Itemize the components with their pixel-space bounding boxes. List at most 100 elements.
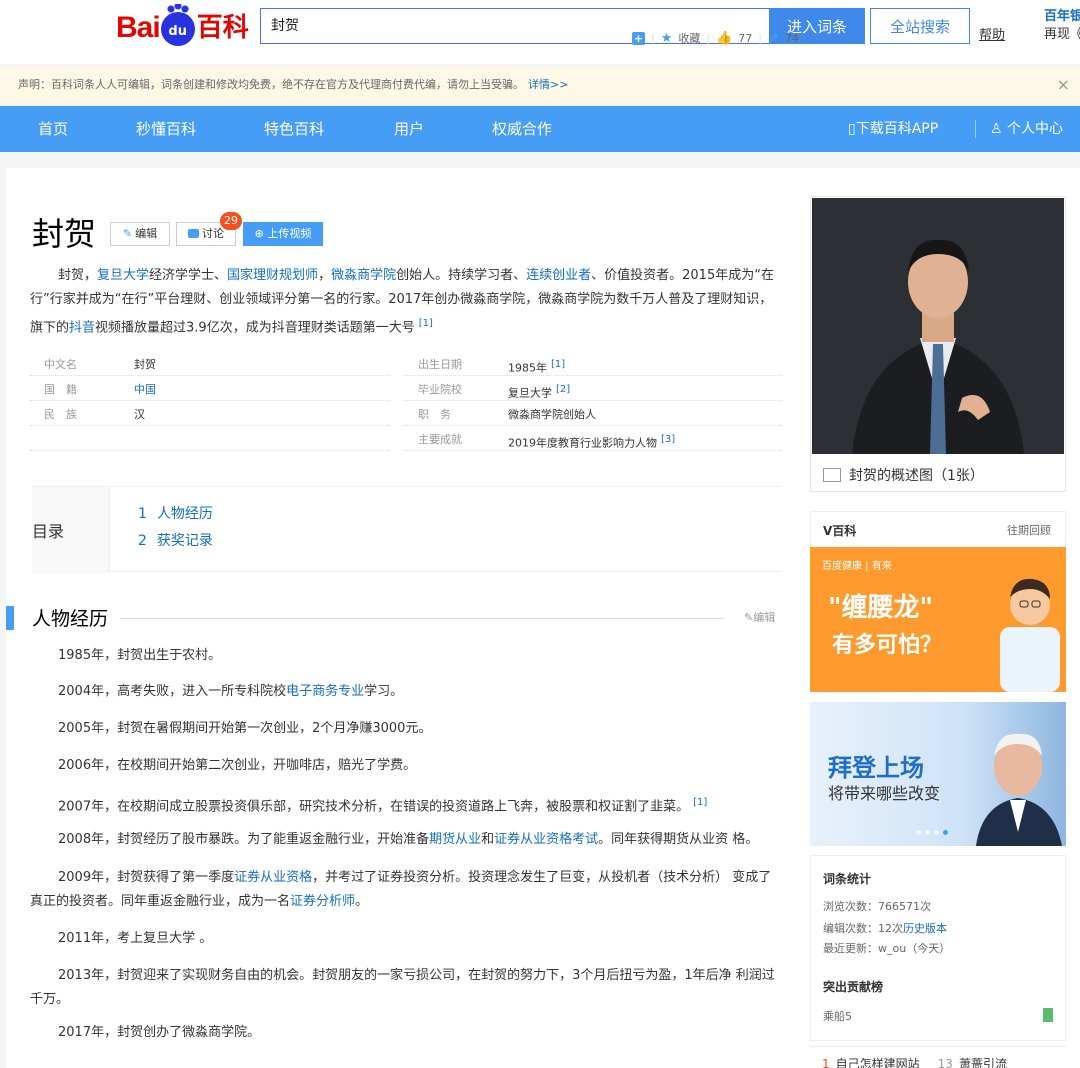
edit-button[interactable]: ✎ 编辑 bbox=[110, 222, 170, 246]
banner-headline: 拜登上场 bbox=[828, 754, 924, 782]
link-futures[interactable]: 期货从业 bbox=[429, 832, 481, 847]
paragraph: 2011年，考上复旦大学 。 bbox=[58, 931, 213, 946]
contributors-title: 突出贡献榜 bbox=[823, 980, 884, 994]
info-value-link[interactable]: 中国 bbox=[134, 377, 156, 403]
edit-count: 编辑次数：12次历史版本 bbox=[823, 922, 947, 935]
reference-link[interactable]: [3] bbox=[661, 434, 675, 445]
entry-tools: + | ★ 收藏 | 👍 77 | ↗ 74 bbox=[632, 30, 799, 46]
carousel-dot[interactable] bbox=[916, 830, 921, 835]
reference-link[interactable]: [2] bbox=[556, 384, 570, 395]
last-update: 最近更新：w_ou（今天） bbox=[823, 942, 951, 955]
link-securities-exam[interactable]: 证券从业资格考试 bbox=[494, 832, 598, 847]
carousel-dot[interactable] bbox=[925, 830, 930, 835]
banner-subline: 有多可怕？ bbox=[832, 633, 943, 658]
section-title: 人物经历 bbox=[32, 604, 121, 634]
info-row: 中文名 封贺 bbox=[30, 352, 390, 376]
favorite-button[interactable]: 收藏 bbox=[678, 30, 700, 46]
paragraph: 2013年，封贺迎来了实现财务自由的机会。封贺朋友的一家亏损公司，在封贺的努力下… bbox=[30, 968, 775, 1007]
link-securities-qualification[interactable]: 证券从业资格 bbox=[234, 870, 312, 885]
user-icon: ♙ bbox=[990, 121, 1008, 137]
info-row: 职 务 微淼商学院创始人 bbox=[404, 402, 782, 426]
share-icon[interactable]: ↗ bbox=[768, 31, 779, 46]
nav-item-user[interactable]: 用户 bbox=[394, 106, 424, 152]
nav-item-partner[interactable]: 权威合作 bbox=[492, 106, 552, 152]
vbaike-banner-health[interactable]: 百度健康 | 有来 "缠腰龙" 有多可怕？ bbox=[810, 547, 1066, 692]
vbaike-banner-news[interactable]: 拜登上场 将带来哪些改变 bbox=[810, 702, 1066, 846]
link-douyin[interactable]: 抖音 bbox=[69, 320, 95, 335]
chat-icon bbox=[188, 229, 199, 238]
info-row: 主要成就 2019年度教育行业影响力人物 [3] bbox=[404, 427, 782, 451]
banner-headline: "缠腰龙" bbox=[828, 593, 934, 623]
upload-video-button[interactable]: ⊕ 上传视频 bbox=[243, 222, 323, 246]
add-icon[interactable]: + bbox=[632, 31, 645, 45]
promo-title: 百年银 bbox=[1044, 9, 1080, 24]
portrait-photo[interactable] bbox=[812, 198, 1064, 454]
star-icon[interactable]: ★ bbox=[661, 31, 673, 46]
info-row bbox=[30, 427, 390, 451]
contributor-name[interactable]: 乘船5 bbox=[823, 1008, 852, 1024]
reference-link[interactable]: [1] bbox=[551, 359, 565, 370]
phone-icon: ▯ bbox=[848, 121, 856, 137]
nav-item-featured[interactable]: 特色百科 bbox=[264, 106, 324, 152]
help-link[interactable]: 帮助 bbox=[979, 24, 1005, 43]
site-search-button[interactable]: 全站搜索 bbox=[870, 8, 970, 44]
link-fudan[interactable]: 复旦大学 bbox=[97, 268, 149, 283]
carousel-dot-active[interactable] bbox=[943, 830, 948, 835]
logo-paw-icon: du bbox=[160, 4, 195, 46]
toc-item[interactable]: 1 人物经历 bbox=[138, 503, 213, 523]
nav-item-miaodong[interactable]: 秒懂百科 bbox=[136, 106, 196, 152]
pencil-icon: ✎ bbox=[122, 227, 133, 240]
notice-text: 声明：百科词条人人可编辑，词条创建和修改均免费，绝不存在官方及代理商付费代编，请… bbox=[18, 78, 524, 91]
toc-item[interactable]: 2 获奖记录 bbox=[138, 530, 213, 550]
baidu-baike-logo[interactable]: Bai du 百科 bbox=[116, 4, 249, 50]
paragraph: 2009年，封贺获得了第一季度证券从业资格，并考过了证券投资分析。投资理念发生了… bbox=[30, 870, 772, 909]
photo-caption[interactable]: 封贺的概述图（1张） bbox=[823, 465, 984, 485]
info-key: 出生日期 bbox=[418, 358, 462, 371]
paragraph: 2004年，高考失败，进入一所专科院校电子商务专业学习。 bbox=[58, 684, 404, 699]
nav-item-home[interactable]: 首页 bbox=[38, 106, 68, 152]
link-securities-analyst[interactable]: 证券分析师 bbox=[290, 894, 355, 909]
thumbs-up-icon[interactable]: 👍 bbox=[716, 31, 732, 46]
table-of-contents bbox=[32, 486, 782, 573]
paragraph: 2007年，在校期间成立股票投资俱乐部，研究技术分析，在错误的投资道路上飞奔，被… bbox=[58, 797, 708, 815]
notice-detail-link[interactable]: 详情>> bbox=[528, 78, 568, 91]
info-row: 民 族 汉 bbox=[30, 402, 390, 426]
section-edit-link[interactable]: ✎编辑 bbox=[744, 609, 775, 625]
personal-center-label: 个人中心 bbox=[1007, 121, 1064, 137]
badge-icon bbox=[1043, 1008, 1053, 1022]
header-promo[interactable]: 百年银 再现《 bbox=[1044, 8, 1080, 44]
paragraph: 2008年，封贺经历了股市暴跌。为了能重返金融行业，开始准备期货从业和证券从业资… bbox=[58, 832, 759, 847]
upload-video-label: 上传视频 bbox=[267, 227, 312, 240]
link-serial-entrepreneur[interactable]: 连续创业者 bbox=[526, 268, 591, 283]
info-key: 中文名 bbox=[44, 358, 77, 371]
link-weimiao[interactable]: 微淼商学院 bbox=[331, 268, 396, 283]
vbaike-header: V百科 往期回顾 bbox=[810, 511, 1066, 547]
info-value: 微淼商学院创始人 bbox=[508, 408, 596, 421]
main-nav: 首页 秒懂百科 特色百科 用户 权威合作 ▯下载百科APP ♙ 个人中心 bbox=[0, 106, 1080, 152]
close-icon[interactable]: × bbox=[1057, 67, 1070, 103]
info-key: 职 务 bbox=[418, 408, 451, 421]
reference-link[interactable]: [1] bbox=[693, 797, 707, 808]
info-key: 民 族 bbox=[44, 408, 77, 421]
download-app-link[interactable]: ▯下载百科APP bbox=[848, 106, 938, 152]
info-value: 复旦大学 bbox=[508, 386, 552, 400]
paragraph: 2005年，封贺在暑假期间开始第一次创业，2个月净赚3000元。 bbox=[58, 721, 432, 736]
view-count: 浏览次数：766571次 bbox=[823, 900, 931, 913]
link-ecommerce[interactable]: 电子商务专业 bbox=[286, 684, 364, 699]
carousel-dot[interactable] bbox=[934, 830, 939, 835]
summary-image-card[interactable]: 封贺的概述图（1张） bbox=[810, 196, 1066, 492]
personal-center-link[interactable]: ♙ 个人中心 bbox=[990, 106, 1063, 152]
reference-link[interactable]: [1] bbox=[419, 318, 433, 329]
vbaike-more-link[interactable]: 往期回顾 bbox=[1007, 522, 1051, 538]
related-item[interactable]: 自己怎样建网站 bbox=[836, 1057, 920, 1068]
related-item[interactable]: 萧蔷引流 bbox=[959, 1057, 1007, 1068]
info-key: 国 籍 bbox=[44, 383, 77, 396]
info-row: 国 籍 中国 bbox=[30, 377, 390, 401]
info-key: 毕业院校 bbox=[418, 383, 462, 396]
info-row: 毕业院校 复旦大学 [2] bbox=[404, 377, 782, 401]
history-version-link[interactable]: 历史版本 bbox=[903, 922, 947, 935]
section-divider bbox=[32, 618, 724, 619]
nav-divider bbox=[975, 120, 976, 138]
link-financial-planner[interactable]: 国家理财规划师 bbox=[227, 268, 318, 283]
related-list: 1 自己怎样建网站 13 萧蔷引流 bbox=[810, 1046, 1066, 1068]
